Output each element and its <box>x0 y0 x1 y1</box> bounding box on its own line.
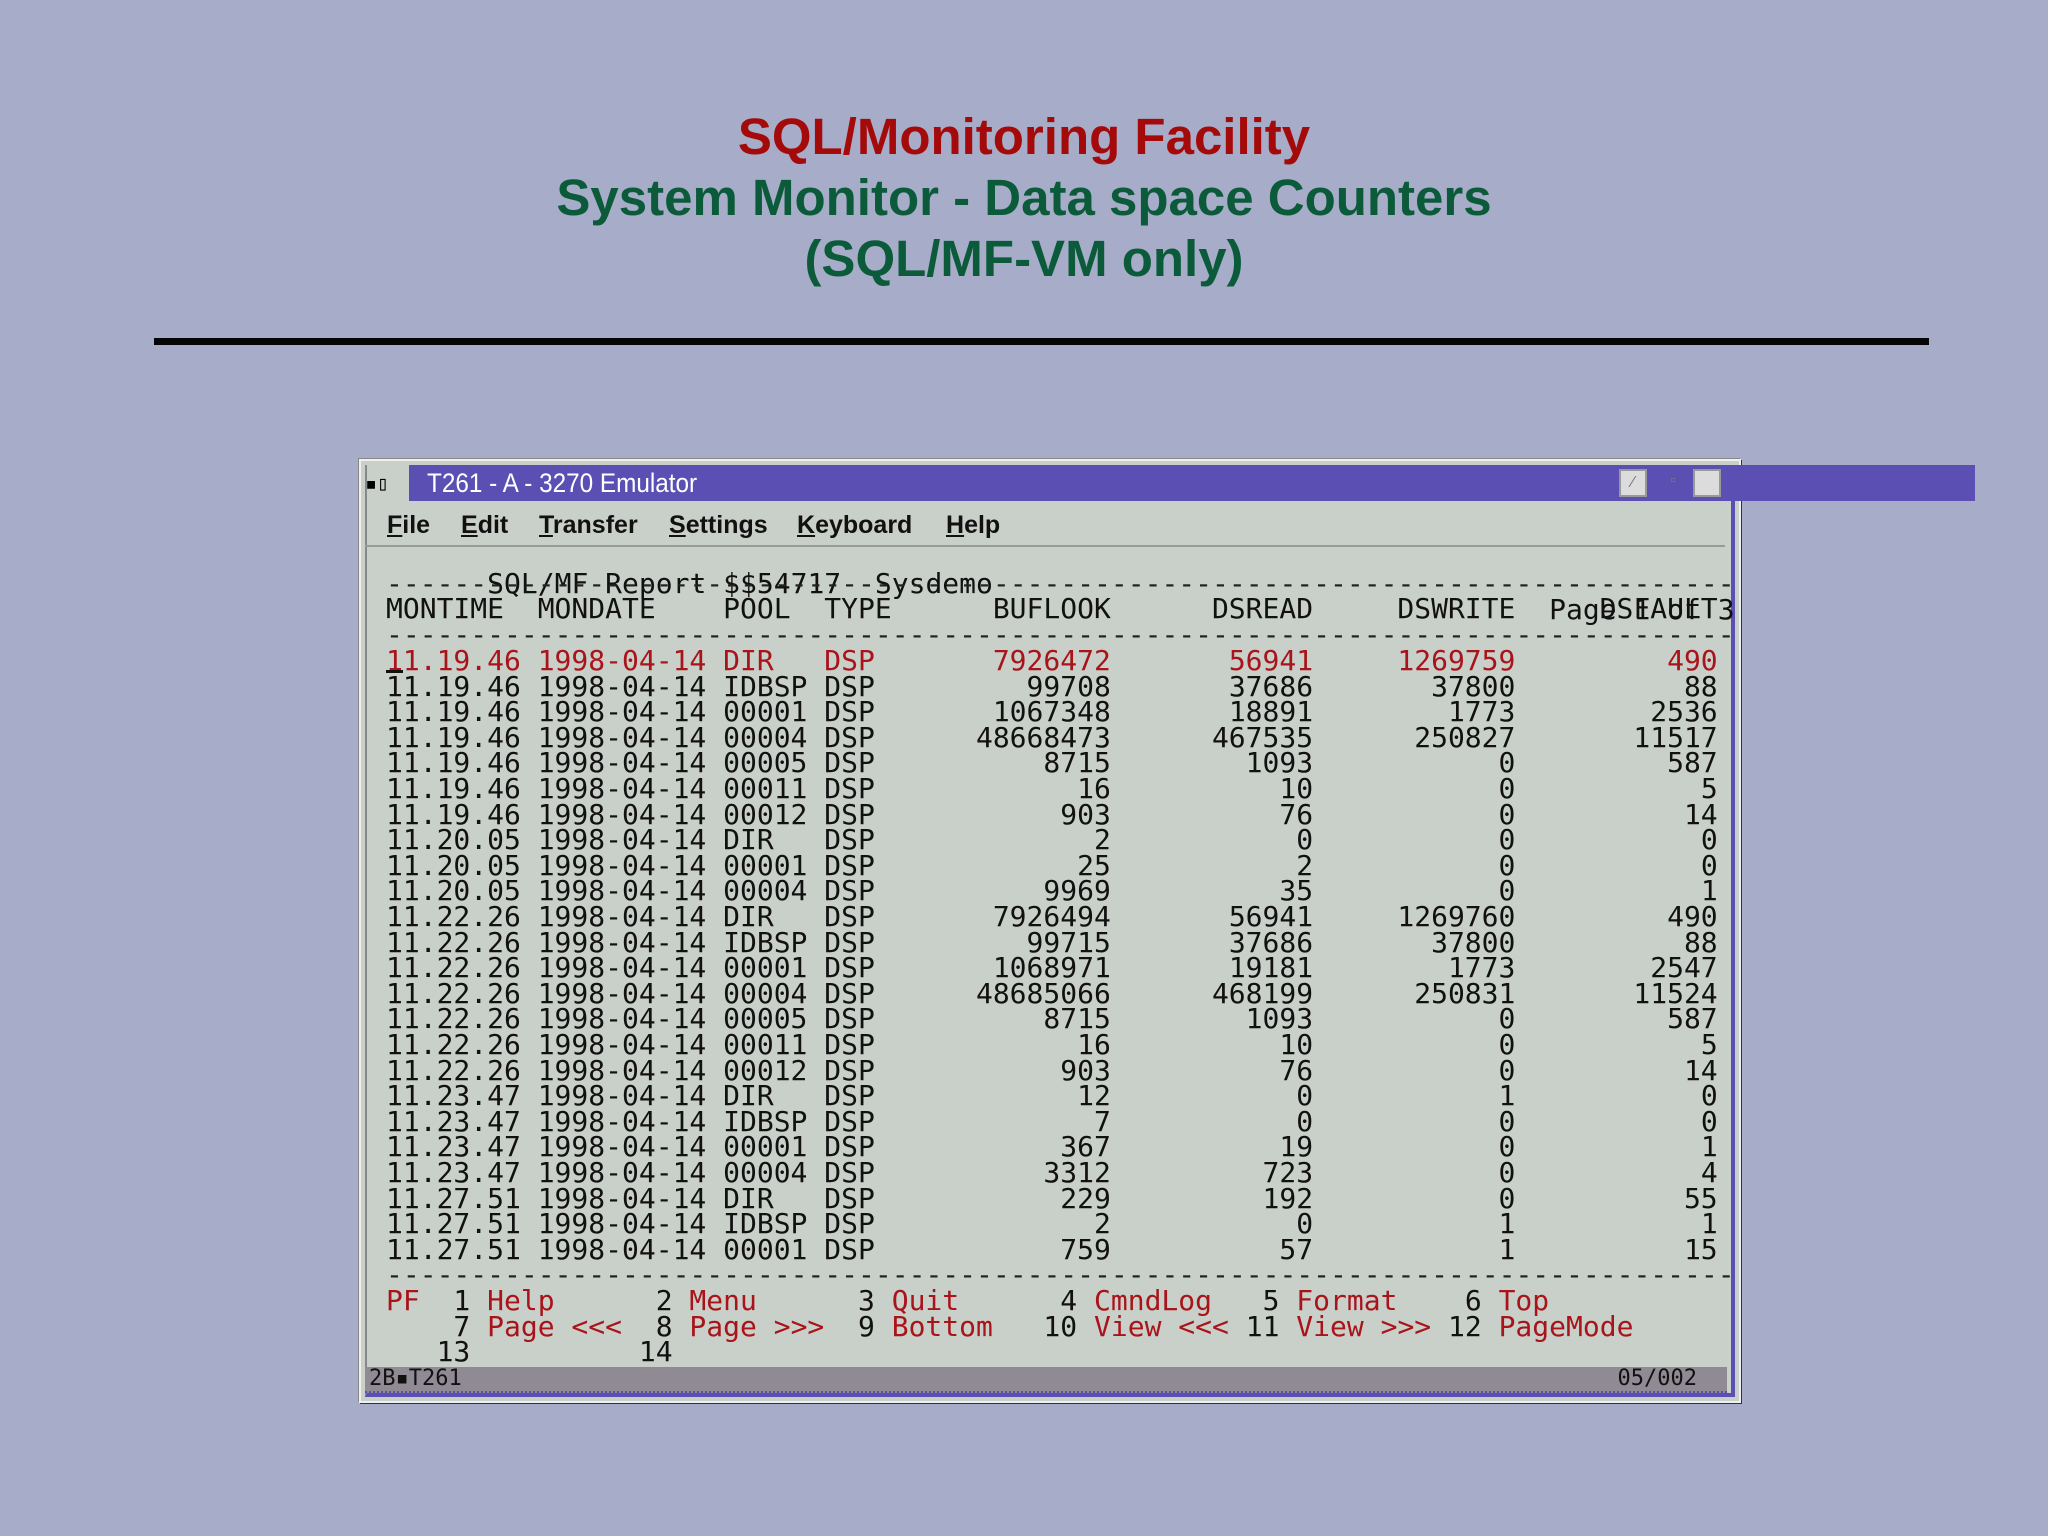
slide-subtitle-note: (SQL/MF-VM only) <box>804 230 1244 287</box>
cell-dsfault: 1 <box>1700 1130 1718 1164</box>
menu-transfer[interactable]: Transfer <box>539 510 638 540</box>
slide-title: SQL/Monitoring Facility <box>737 108 1311 165</box>
cell-buflook: 903 <box>1060 1053 1111 1087</box>
cell-dswrite: 0 <box>1498 1156 1516 1189</box>
menu-bar: File Edit Transfer Settings Keyboard Hel… <box>365 505 1725 547</box>
session-id: 2B▪T261 <box>369 1366 462 1391</box>
cell-dsfault: 0 <box>1700 1104 1718 1138</box>
pf-key-13[interactable]: 13 <box>386 1335 471 1369</box>
cell-dsfault: 0 <box>1700 848 1718 882</box>
slide-subtitle: System Monitor - Data space Counters <box>556 169 1492 226</box>
cell-dswrite: 0 <box>1498 1028 1516 1061</box>
cell-dsfault: 0 <box>1700 823 1718 857</box>
cell-dswrite: 0 <box>1498 772 1516 805</box>
menu-file[interactable]: File <box>387 510 430 540</box>
cell-dswrite: 0 <box>1498 1104 1516 1138</box>
cell-dsfault: 587 <box>1667 1002 1718 1036</box>
system-menu-icon[interactable]: ▪▯ <box>365 471 405 499</box>
cell-dswrite: 0 <box>1498 1053 1516 1087</box>
menu-keyboard[interactable]: Keyboard <box>797 510 912 540</box>
cell-dsfault: 14 <box>1683 1053 1718 1087</box>
cell-dsread: 0 <box>1296 1079 1314 1113</box>
cell-buflook: 12 <box>1077 1079 1111 1113</box>
pf-key-9[interactable]: 9 Bottom <box>791 1309 993 1343</box>
pf-key-number: 9 <box>858 1309 875 1343</box>
cell-dsfault: 55 <box>1683 1181 1718 1215</box>
cell-dswrite: 0 <box>1498 1002 1516 1036</box>
maximize-icon[interactable] <box>1693 469 1721 497</box>
cell-dswrite: 0 <box>1498 797 1516 831</box>
status-bar: 2B▪T261 05/002 <box>365 1367 1727 1393</box>
cell-dswrite: 0 <box>1498 1181 1516 1215</box>
cell-dswrite: 250827 <box>1414 720 1516 754</box>
pf-key-number: 13 <box>436 1335 471 1369</box>
menu-help[interactable]: Help <box>946 510 1000 540</box>
pf-key-11[interactable]: 11 View >>> <box>1195 1309 1431 1343</box>
cell-dsread: 76 <box>1279 1053 1314 1087</box>
cell-buflook: 229 <box>1060 1181 1111 1215</box>
pf-key-12[interactable]: 12 PageMode <box>1397 1309 1633 1343</box>
divider <box>154 338 1929 345</box>
cell-dsread: 0 <box>1296 823 1314 857</box>
cell-dsfault: 14 <box>1683 797 1718 831</box>
cell-buflook: 8715 <box>1043 1002 1111 1036</box>
pf-key-14[interactable]: 14 <box>588 1335 673 1369</box>
cell-dsfault: 587 <box>1667 746 1718 780</box>
cell-dswrite: 1 <box>1498 1207 1516 1241</box>
cell-dsread: 76 <box>1279 797 1314 831</box>
title-bar[interactable]: T261 - A - 3270 Emulator <box>409 465 1975 501</box>
cell-buflook: 903 <box>1060 797 1111 831</box>
menu-settings[interactable]: Settings <box>669 510 768 540</box>
pf-key-number: 10 <box>1043 1309 1078 1343</box>
pf-key-line: 13 14 <box>386 1335 1735 1369</box>
pf-key-10[interactable]: 10 View <<< <box>993 1309 1228 1343</box>
cursor-position: 05/002 <box>1617 1366 1697 1391</box>
cell-dsfault: 0 <box>1700 1079 1718 1113</box>
cell-dswrite: 0 <box>1498 823 1516 857</box>
pf-key-label: Bottom <box>891 1309 993 1343</box>
pf-key-number: 11 <box>1245 1309 1280 1343</box>
pf-key-number: 12 <box>1448 1309 1482 1343</box>
cell-dswrite: 0 <box>1498 1130 1516 1164</box>
pf-key-label: PageMode <box>1498 1309 1634 1343</box>
pf-key-line: 7 Page <<< 8 Page >>> 9 Bottom 10 View <<< 11 Vie… <box>386 1309 1735 1343</box>
cell-buflook: 8715 <box>1043 746 1111 780</box>
emulator-window: ▪▯ T261 - A - 3270 Emulator ⁄ ▫ File Edi… <box>359 459 1975 1403</box>
menu-edit[interactable]: Edit <box>461 510 508 540</box>
cell-dswrite: 0 <box>1498 746 1516 780</box>
pf-key-number: 14 <box>638 1335 673 1369</box>
cell-dsread: 192 <box>1262 1181 1314 1215</box>
cell-buflook: 2 <box>1093 823 1111 857</box>
cell-dswrite: 0 <box>1498 848 1516 882</box>
cell-dswrite: 250831 <box>1414 976 1516 1010</box>
pin-icon[interactable]: ⁄ <box>1619 469 1647 497</box>
window-title: T261 - A - 3270 Emulator <box>427 468 698 498</box>
minimize-icon[interactable]: ▫ <box>1659 469 1687 497</box>
cell-dswrite: 1 <box>1498 1079 1516 1113</box>
